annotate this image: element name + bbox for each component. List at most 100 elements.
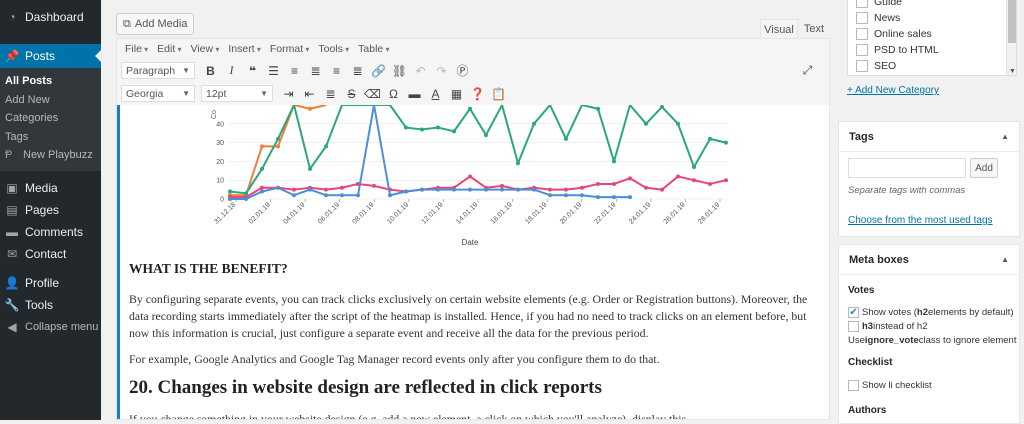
h3-option[interactable]: h3 instead of h2 [848, 321, 928, 332]
menu-profile[interactable]: 👤 Profile [0, 272, 101, 294]
submenu-playbuzz[interactable]: Ᵽ New Playbuzz [0, 146, 101, 165]
chevron-down-icon[interactable]: ▼ [1009, 68, 1016, 75]
font-size-select[interactable]: 12pt ▼ [201, 85, 273, 102]
scrollbar-thumb[interactable] [1008, 0, 1016, 43]
menu-table[interactable]: Table [358, 43, 389, 55]
outdent-icon[interactable]: ⇤ [300, 84, 319, 103]
eraser-icon[interactable]: ⌫ [363, 84, 382, 103]
fullscreen-icon[interactable]: ⤢ [798, 61, 817, 80]
show-votes-prefix: Show votes ( [862, 307, 917, 318]
menu-tools[interactable]: 🔧 Tools [0, 294, 101, 316]
data-point [612, 159, 616, 164]
playbuzz-icon[interactable]: Ⓟ [453, 61, 472, 80]
checkbox[interactable] [856, 0, 868, 8]
collapse-arrow-icon[interactable]: ▲ [1001, 255, 1009, 264]
category-item[interactable]: Online sales [848, 26, 1016, 42]
tags-box-header[interactable]: Tags ▲ [839, 122, 1019, 152]
chart-y-ticks: 0 10 20 30 40 [216, 121, 224, 203]
submenu-categories[interactable]: Categories [0, 109, 101, 128]
submenu-tags[interactable]: Tags [0, 128, 101, 147]
text-color-icon[interactable]: A [426, 84, 445, 103]
data-point [244, 197, 248, 201]
category-item[interactable]: PSD to HTML [848, 42, 1016, 58]
category-item[interactable]: Guide [848, 0, 1016, 10]
add-media-button[interactable]: ⧉ Add Media [116, 13, 195, 35]
editor-content[interactable]: 0 10 20 30 40 31.12.18 02.01.19 04.01.19 06.01.… [117, 105, 829, 419]
align-right-icon[interactable]: ≣ [348, 61, 367, 80]
meta-box-header[interactable]: Meta boxes ▲ [839, 245, 1019, 275]
x-tick-label: 10.01.19 [386, 201, 410, 225]
menu-pages[interactable]: ▤ Pages [0, 199, 101, 221]
align-left-icon[interactable]: ≣ [306, 61, 325, 80]
editor-menubar: File Edit View Insert Format Tools Table [117, 39, 829, 59]
data-point [724, 178, 728, 183]
menu-media[interactable]: ▣ Media [0, 177, 101, 199]
blockquote-icon[interactable]: ❝ [243, 61, 262, 80]
menu-contact[interactable]: ✉ Contact [0, 243, 101, 265]
bold-button[interactable]: B [201, 61, 220, 80]
menu-comments[interactable]: ▬ Comments [0, 221, 101, 243]
menu-view[interactable]: View [191, 43, 220, 55]
submenu-add-new[interactable]: Add New [0, 91, 101, 110]
chart-series [228, 105, 728, 201]
category-item[interactable]: SEO [848, 58, 1016, 74]
tab-text[interactable]: Text [798, 19, 830, 39]
collapse-arrow-icon[interactable]: ▲ [1001, 132, 1009, 141]
link-icon[interactable]: 🔗 [369, 61, 388, 80]
checkbox[interactable] [856, 60, 868, 72]
checkbox-checked[interactable]: ✔ [848, 307, 859, 318]
show-votes-suffix: elements by default) [928, 307, 1014, 318]
horizontal-rule-icon[interactable]: ▬ [405, 84, 424, 103]
chart-x-ticks: 31.12.18 02.01.19 04.01.19 06.01.19 08.01.19… [213, 199, 721, 226]
tag-input[interactable] [848, 158, 966, 178]
omega-icon[interactable]: Ω [384, 84, 403, 103]
add-media-label: Add Media [134, 18, 188, 30]
categories-box: Guide News Online sales PSD to HTML SEO … [838, 0, 1020, 100]
checkbox[interactable] [848, 321, 859, 332]
checkbox[interactable] [848, 380, 859, 391]
redo-icon[interactable]: ↷ [432, 61, 451, 80]
font-family-select[interactable]: Georgia ▼ [121, 85, 195, 102]
use-bold: ignore_vote [864, 335, 919, 346]
checkbox[interactable] [856, 28, 868, 40]
indent-icon[interactable]: ⇥ [279, 84, 298, 103]
menu-format[interactable]: Format [270, 43, 310, 55]
numbered-list-icon[interactable]: ≡ [285, 61, 304, 80]
tab-visual[interactable]: Visual [760, 19, 798, 39]
menu-file[interactable]: File [125, 43, 148, 55]
strikethrough-icon[interactable]: S [342, 84, 361, 103]
italic-button[interactable]: I [222, 61, 241, 80]
menu-posts[interactable]: 📌 Posts [0, 44, 101, 68]
menu-edit[interactable]: Edit [157, 43, 181, 55]
data-point [692, 165, 696, 170]
data-point [468, 106, 472, 111]
show-li-option[interactable]: Show li checklist [848, 380, 932, 391]
show-votes-option[interactable]: ✔ Show votes (h2 elements by default) [848, 307, 1014, 318]
help-icon[interactable]: ❓ [468, 84, 487, 103]
category-scrollbar[interactable]: ▼ [1006, 0, 1016, 75]
data-point [500, 183, 504, 188]
table-icon[interactable]: ▦ [447, 84, 466, 103]
data-point [468, 174, 472, 179]
menu-tools[interactable]: Tools [318, 43, 349, 55]
add-tag-button[interactable]: Add [970, 158, 998, 178]
data-point [500, 187, 504, 192]
most-used-tags-link[interactable]: Choose from the most used tags [848, 215, 993, 226]
menu-dashboard[interactable]: ◔ Dashboard [0, 6, 101, 28]
add-new-category-link[interactable]: + Add New Category [847, 85, 939, 96]
unlink-icon[interactable]: ⛓ [390, 61, 409, 80]
menu-collapse[interactable]: ◀ Collapse menu [0, 316, 101, 338]
justify-icon[interactable]: ≣ [321, 84, 340, 103]
checkbox[interactable] [856, 44, 868, 56]
undo-icon[interactable]: ↶ [411, 61, 430, 80]
bullet-list-icon[interactable]: ☰ [264, 61, 283, 80]
checkbox[interactable] [856, 12, 868, 24]
menu-insert[interactable]: Insert [228, 43, 261, 55]
format-select[interactable]: Paragraph ▼ [121, 62, 195, 79]
authors-title: Authors [848, 405, 887, 416]
paste-icon[interactable]: 📋 [489, 84, 508, 103]
category-item[interactable]: News [848, 10, 1016, 26]
submenu-all-posts[interactable]: All Posts [0, 72, 101, 91]
checklist-title: Checklist [848, 357, 893, 368]
align-center-icon[interactable]: ≡ [327, 61, 346, 80]
